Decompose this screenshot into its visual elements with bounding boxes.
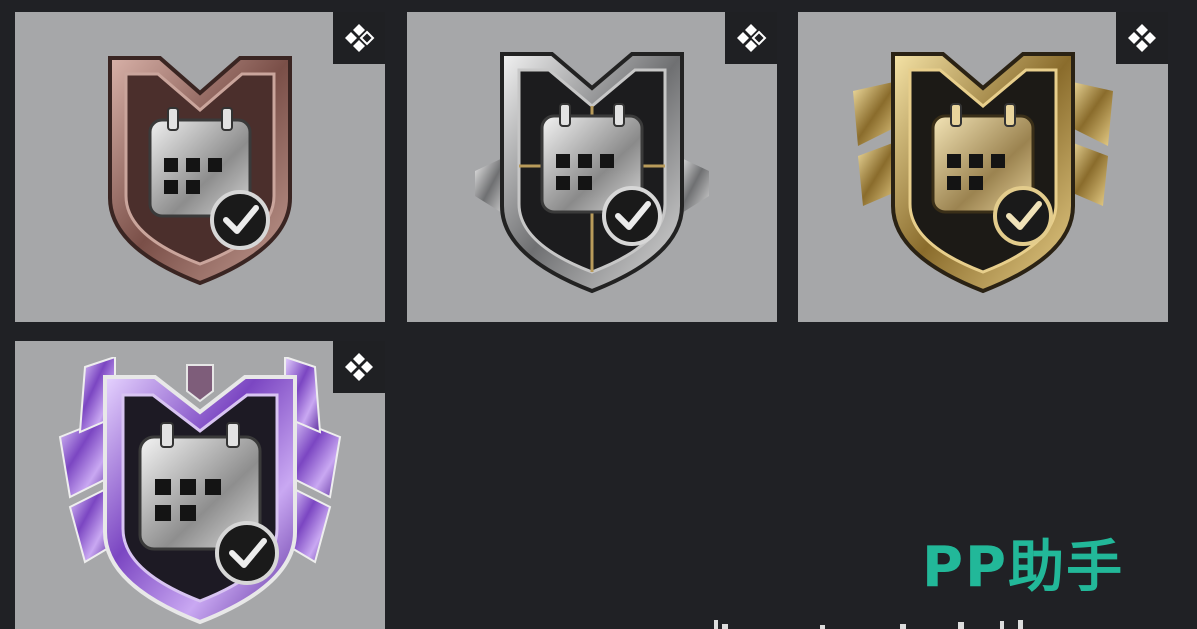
- badge-card-bronze[interactable]: [15, 12, 385, 322]
- diamond-cluster-icon[interactable]: [725, 12, 777, 64]
- watermark-logo: PP助手: [922, 528, 1162, 608]
- diamond-cluster-icon[interactable]: [333, 12, 385, 64]
- badge-card-gold[interactable]: [798, 12, 1168, 322]
- bronze-calendar-shield-icon: [108, 56, 292, 286]
- partial-caption-decoration: [714, 620, 1023, 629]
- badge-gallery: PP助手: [0, 0, 1197, 629]
- gold-calendar-shield-icon: [853, 52, 1113, 294]
- purple-calendar-shield-icon: [58, 357, 342, 625]
- diamond-cluster-icon[interactable]: [1116, 12, 1168, 64]
- watermark-text: PP助手: [922, 535, 1125, 600]
- badge-card-purple[interactable]: [15, 341, 385, 629]
- silver-calendar-shield-icon: [475, 52, 709, 294]
- badge-card-silver[interactable]: [407, 12, 777, 322]
